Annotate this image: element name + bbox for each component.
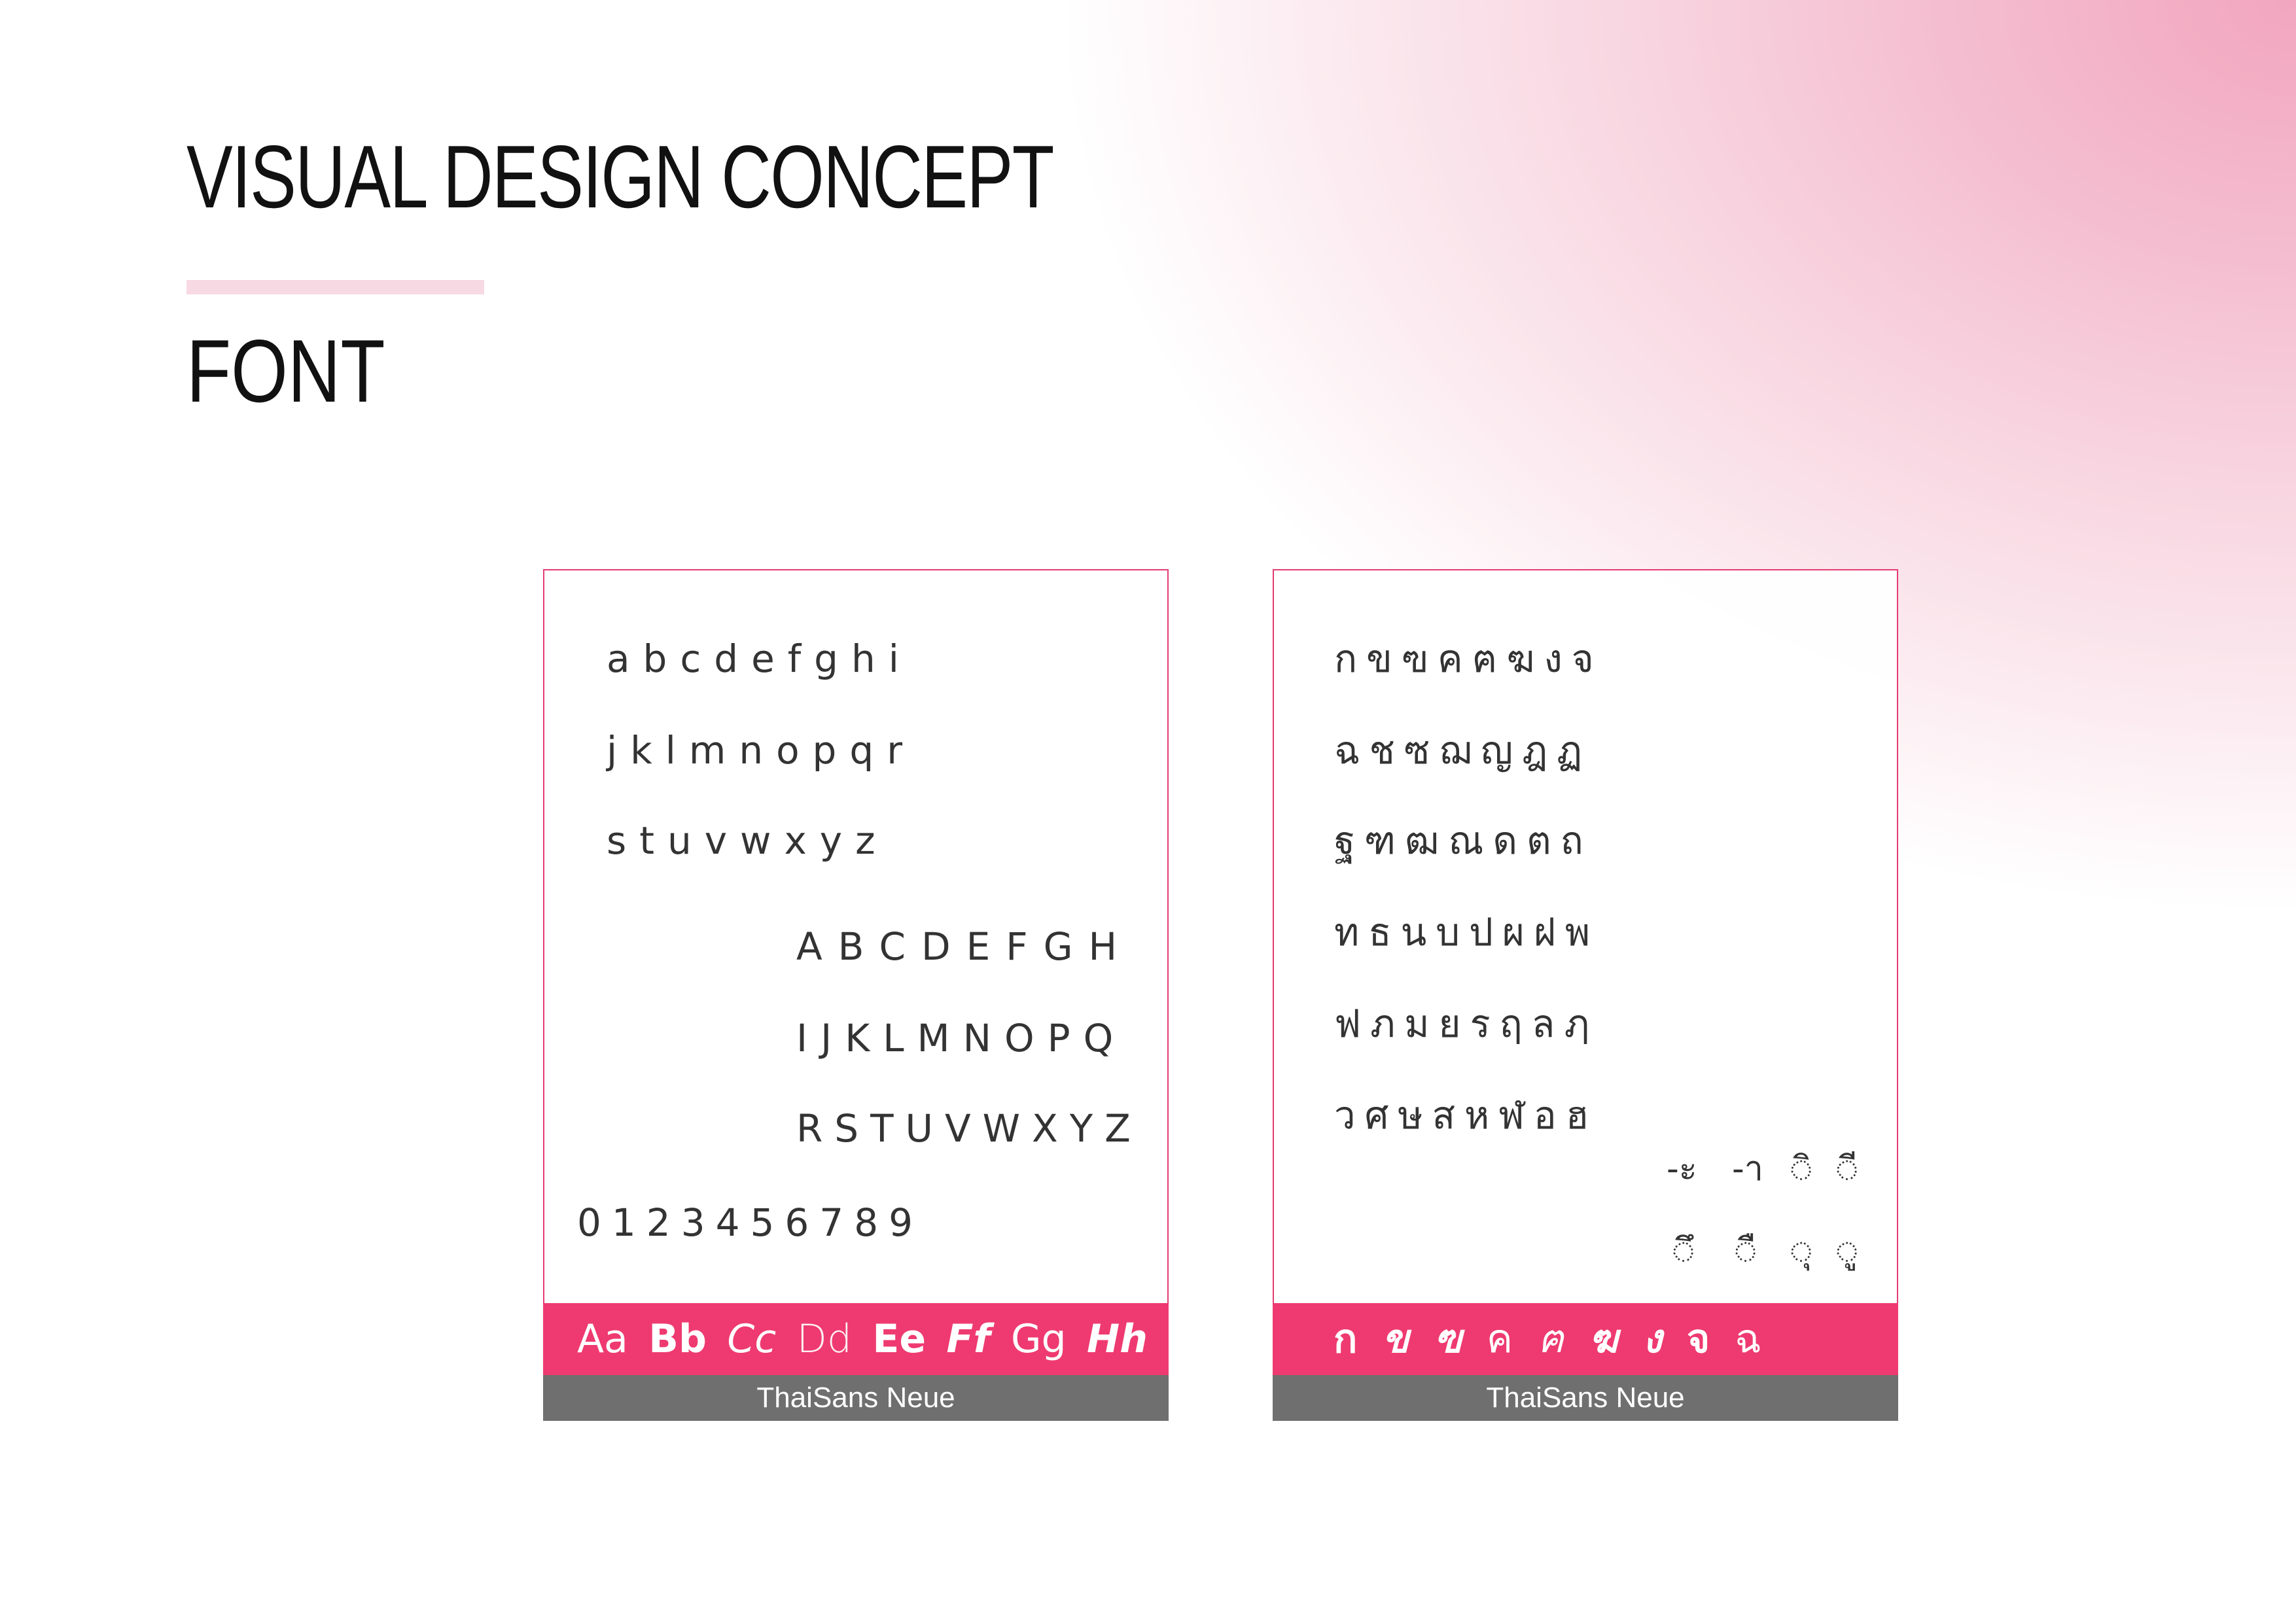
page-title: VISUAL DESIGN CONCEPT	[186, 127, 1054, 226]
latin-font-name: ThaiSans Neue	[543, 1375, 1169, 1421]
sample-cc: Cc	[727, 1316, 777, 1362]
sample-ff: Ff	[946, 1316, 991, 1362]
thai-sample-band: ก ข ฃ ค ฅ ฆ ง จ ฉ	[1273, 1303, 1898, 1375]
thai-sample-6: ฆ	[1589, 1316, 1618, 1362]
latin-font-card: abcdefghi jklmnopqr stuvwxyz ABCDEFGH IJ…	[543, 569, 1169, 1421]
thai-consonant-row-1: กขฃคฅฆงจ	[1334, 637, 1603, 681]
latin-glyph-panel: abcdefghi jklmnopqr stuvwxyz ABCDEFGH IJ…	[543, 569, 1169, 1303]
latin-lowercase-row-1: abcdefghi	[607, 637, 912, 681]
thai-sample-4: ค	[1486, 1316, 1513, 1362]
latin-uppercase-row-1: ABCDEFGH	[796, 924, 1133, 969]
thai-sample-3: ฃ	[1434, 1316, 1462, 1362]
thai-vowel-sara-aa: -า	[1732, 1149, 1763, 1189]
thai-sample-5: ฅ	[1537, 1316, 1564, 1362]
section-title: FONT	[186, 321, 385, 421]
thai-vowel-sara-ii: ◌ี	[1837, 1149, 1858, 1189]
thai-vowel-sara-ue: ◌ึ	[1673, 1231, 1694, 1270]
thai-sample-2: ข	[1382, 1316, 1409, 1362]
thai-font-name: ThaiSans Neue	[1273, 1375, 1898, 1421]
thai-consonant-row-2: ฉชซฌญฎฏ	[1334, 728, 1592, 773]
latin-uppercase-row-3: RSTUVWXYZ	[796, 1106, 1142, 1151]
sample-aa: Aa	[577, 1316, 628, 1362]
title-divider	[186, 280, 484, 294]
thai-consonant-row-6: วศษสหฬอฮ	[1334, 1093, 1598, 1138]
latin-lowercase-row-2: jklmnopqr	[607, 728, 916, 773]
latin-sample-band: Aa Bb Cc Dd Ee Ff Gg Hh	[543, 1303, 1169, 1375]
thai-sample-1: ก	[1333, 1316, 1358, 1362]
thai-sample-7: ง	[1642, 1316, 1662, 1362]
thai-vowel-sara-a: -ะ	[1667, 1149, 1697, 1189]
thai-vowel-sara-uee: ◌ื	[1735, 1231, 1756, 1270]
thai-consonant-row-3: ฐฑฒณดตถ	[1334, 818, 1593, 863]
latin-lowercase-row-3: stuvwxyz	[607, 818, 889, 863]
thai-glyph-panel: กขฃคฅฆงจ ฉชซฌญฎฏ ฐฑฒณดตถ ทธนบปผฝพ ฟภมยรฤ…	[1273, 569, 1898, 1303]
thai-sample-8: จ	[1686, 1316, 1710, 1362]
thai-consonant-row-4: ทธนบปผฝพ	[1334, 910, 1600, 954]
thai-vowel-sara-uu: ◌ู	[1837, 1231, 1858, 1270]
thai-sample-9: ฉ	[1735, 1316, 1761, 1362]
thai-vowel-sara-u: ◌ุ	[1791, 1231, 1812, 1270]
sample-hh: Hh	[1087, 1316, 1148, 1362]
thai-consonant-row-5: ฟภมยรฤลฦ	[1334, 1002, 1598, 1046]
sample-ee: Ee	[872, 1316, 927, 1362]
digits-row: 0123456789	[577, 1200, 924, 1245]
thai-font-card: กขฃคฅฆงจ ฉชซฌญฎฏ ฐฑฒณดตถ ทธนบปผฝพ ฟภมยรฤ…	[1273, 569, 1898, 1421]
latin-uppercase-row-2: IJKLMNOPQ	[796, 1016, 1127, 1060]
sample-bb: Bb	[648, 1316, 707, 1362]
sample-gg: Gg	[1011, 1316, 1067, 1362]
sample-dd: Dd	[796, 1316, 852, 1362]
thai-vowel-sara-i: ◌ิ	[1791, 1149, 1812, 1189]
